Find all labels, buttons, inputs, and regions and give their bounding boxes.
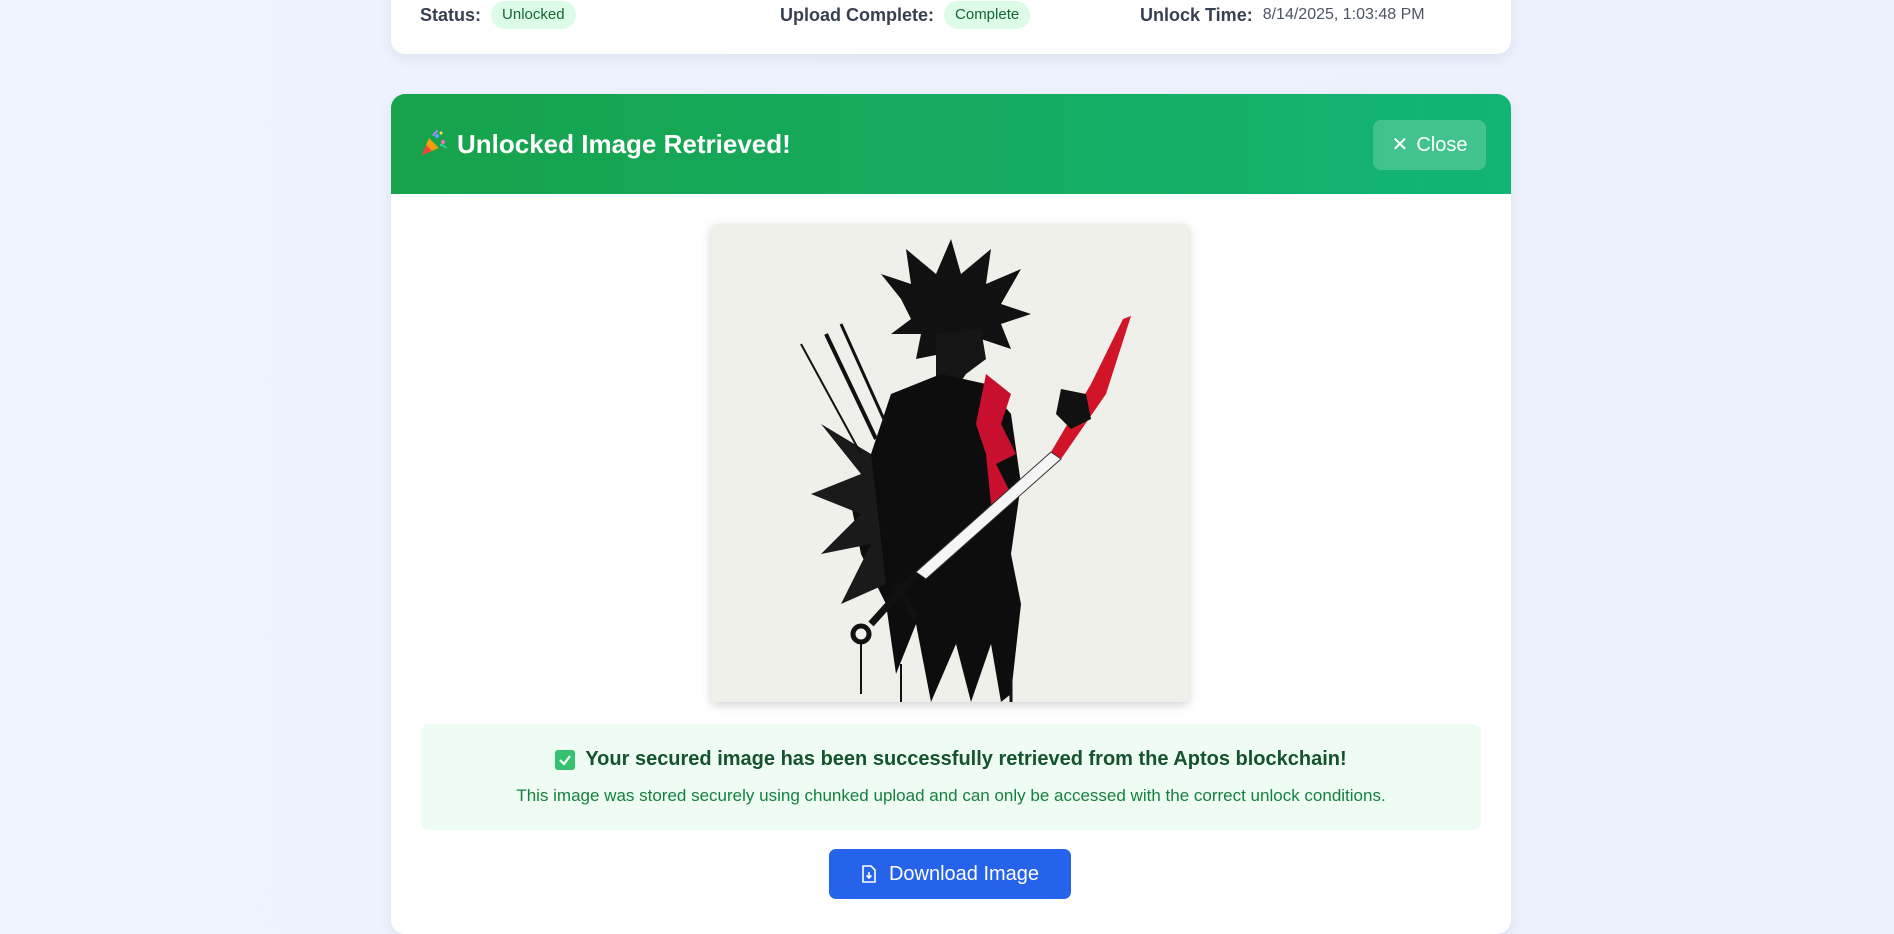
file-download-icon bbox=[861, 865, 877, 883]
upload-complete-label: Upload Complete: bbox=[780, 4, 935, 25]
close-button[interactable]: ✕ Close bbox=[1373, 120, 1486, 170]
status-badge: Unlocked bbox=[491, 1, 576, 29]
party-popper-icon bbox=[419, 130, 447, 158]
unlock-time-value: 8/14/2025, 1:03:48 PM bbox=[1262, 6, 1425, 23]
status-field: Status: Unlocked bbox=[420, 0, 576, 30]
unlock-status-card: Status: Unlocked Upload Complete: Comple… bbox=[391, 0, 1511, 54]
status-label: Status: bbox=[420, 4, 482, 25]
success-title: Your secured image has been successfully… bbox=[421, 748, 1481, 771]
download-image-button[interactable]: Download Image bbox=[829, 849, 1071, 899]
check-box-icon bbox=[555, 749, 576, 770]
panel-title: Unlocked Image Retrieved! bbox=[419, 124, 791, 164]
close-icon: ✕ bbox=[1391, 134, 1409, 156]
retrieved-image-artwork bbox=[711, 224, 1189, 702]
download-button-label: Download Image bbox=[888, 862, 1040, 885]
success-message-box: Your secured image has been successfully… bbox=[421, 724, 1481, 830]
upload-complete-badge: Complete bbox=[944, 1, 1031, 29]
success-description: This image was stored securely using chu… bbox=[516, 786, 1386, 805]
unlock-time-label: Unlock Time: bbox=[1140, 4, 1253, 25]
retrieved-image bbox=[711, 224, 1189, 702]
unlocked-image-panel: Unlocked Image Retrieved! ✕ Close Your s… bbox=[391, 94, 1511, 934]
close-button-label: Close bbox=[1416, 133, 1468, 156]
panel-title-text: Unlocked Image Retrieved! bbox=[457, 128, 791, 159]
success-title-text: Your secured image has been successfully… bbox=[585, 748, 1347, 770]
unlock-time-field: Unlock Time: 8/14/2025, 1:03:48 PM bbox=[1140, 0, 1425, 30]
upload-complete-field: Upload Complete: Complete bbox=[780, 0, 1031, 30]
panel-header: Unlocked Image Retrieved! ✕ Close bbox=[391, 94, 1511, 194]
